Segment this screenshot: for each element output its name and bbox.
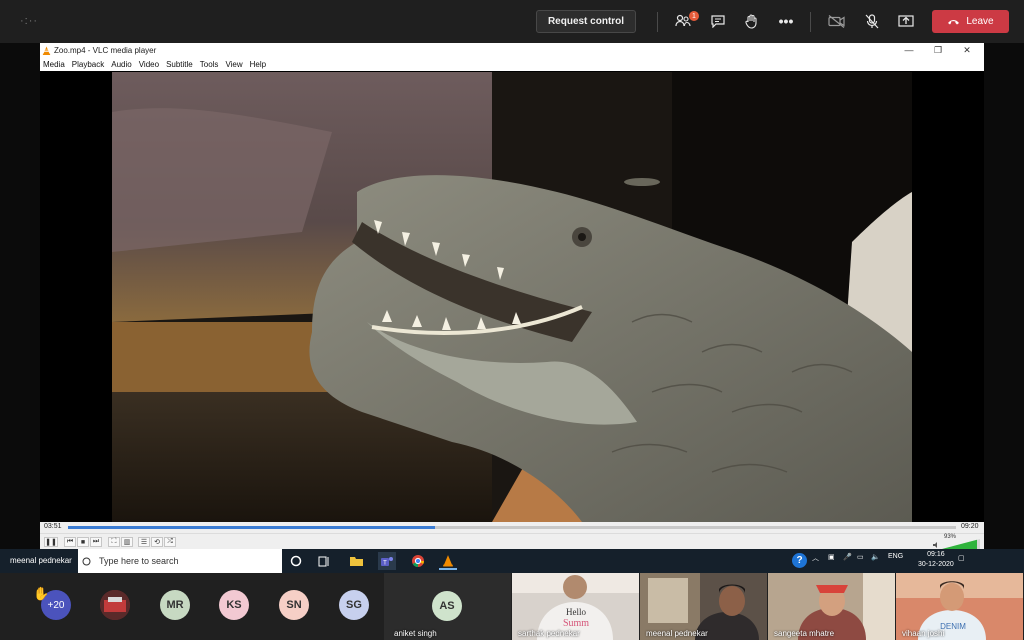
- chrome-icon[interactable]: [409, 552, 427, 570]
- meeting-timer-dots: ·:··: [20, 15, 39, 27]
- input-language[interactable]: ENG: [888, 553, 903, 560]
- cortana-icon[interactable]: [287, 552, 305, 570]
- vlc-window: Zoo.mp4 - VLC media player — ❐ ✕ Media P…: [40, 43, 984, 549]
- avatar-initials: AS: [439, 600, 455, 612]
- menu-playback[interactable]: Playback: [72, 60, 104, 69]
- participant-name: meenal pednekar: [646, 629, 708, 638]
- vlc-title-bar: Zoo.mp4 - VLC media player — ❐ ✕: [40, 43, 984, 57]
- clock-date: 30-12-2020: [918, 561, 954, 568]
- avatar-initials: KS: [226, 599, 242, 611]
- participant-name: sarthak pednekar: [518, 629, 580, 638]
- shirt-text-hello: Hello: [566, 607, 586, 617]
- menu-media[interactable]: Media: [43, 60, 65, 69]
- pause-icon[interactable]: ❚❚: [44, 537, 58, 547]
- vlc-menu-bar: Media Playback Audio Video Subtitle Tool…: [40, 57, 984, 71]
- participant-photo-avatar[interactable]: [100, 590, 130, 620]
- menu-video[interactable]: Video: [139, 60, 159, 69]
- close-button[interactable]: ✕: [956, 43, 978, 57]
- speaker-icon[interactable]: [932, 541, 940, 549]
- file-explorer-icon[interactable]: [347, 552, 365, 570]
- crocodile-video-image: [112, 72, 912, 522]
- vlc-controls: ❚❚ ⏮ ■ ⏭ ⛶ ▥ ☰ ⟲ ⤮ 93%: [40, 533, 984, 549]
- vlc-window-title: Zoo.mp4 - VLC media player: [54, 45, 157, 55]
- taskbar-search[interactable]: Type here to search: [78, 549, 282, 573]
- avatar-initials: MR: [166, 599, 184, 611]
- tray-app-icon[interactable]: ▣: [828, 553, 835, 561]
- shirt-text-summer: Summ: [563, 618, 589, 629]
- search-circle-icon: [82, 557, 91, 565]
- participant-tile-sangeeta[interactable]: sangeeta mhatre: [768, 573, 895, 640]
- svg-text:T: T: [383, 560, 387, 566]
- elapsed-time: 03:51: [44, 523, 62, 530]
- participant-tile-aniket[interactable]: AS aniket singh: [384, 573, 511, 640]
- raised-hand-icon: ✋: [33, 586, 50, 601]
- volume-slider[interactable]: [942, 539, 980, 549]
- menu-help[interactable]: Help: [250, 60, 266, 69]
- video-frame[interactable]: [112, 72, 912, 522]
- avatar-mr[interactable]: MR: [160, 590, 190, 620]
- help-icon[interactable]: ?: [792, 553, 807, 568]
- camera-off-icon[interactable]: [827, 11, 847, 31]
- avatar-sn[interactable]: SN: [279, 590, 309, 620]
- share-screen-icon[interactable]: [896, 11, 916, 31]
- phone-hangup-icon: [948, 20, 960, 25]
- restore-button[interactable]: ❐: [927, 43, 949, 57]
- task-view-icon[interactable]: [315, 552, 333, 570]
- participant-name: aniket singh: [394, 629, 437, 638]
- participant-tile-meenal[interactable]: meenal pednekar: [640, 573, 767, 640]
- presenter-name: meenal pednekar: [10, 556, 72, 565]
- participant-tile-vihaan[interactable]: DENIM vihaan joshi: [896, 573, 1023, 640]
- minimize-button[interactable]: —: [898, 43, 920, 57]
- participant-tile-sarthak[interactable]: Hello Summ sarthak pednekar: [512, 573, 639, 640]
- leave-button[interactable]: Leave: [932, 10, 1009, 33]
- menu-view[interactable]: View: [225, 60, 242, 69]
- volume-tray-icon[interactable]: 🔈: [871, 553, 880, 561]
- avatar-as: AS: [432, 591, 462, 621]
- fullscreen-icon[interactable]: ⛶: [108, 537, 120, 547]
- previous-icon[interactable]: ⏮: [64, 537, 76, 547]
- menu-subtitle[interactable]: Subtitle: [166, 60, 193, 69]
- clock-time: 09:16: [927, 551, 945, 558]
- seek-progress: [68, 526, 435, 529]
- menu-tools[interactable]: Tools: [200, 60, 219, 69]
- participants-badge: 1: [689, 11, 699, 21]
- toolbar-divider: [810, 12, 811, 32]
- stop-icon[interactable]: ■: [77, 537, 89, 547]
- request-control-button[interactable]: Request control: [536, 10, 636, 33]
- loop-icon[interactable]: ⟲: [151, 537, 163, 547]
- chat-icon[interactable]: [708, 11, 728, 31]
- notifications-icon[interactable]: ▢: [958, 554, 965, 562]
- playlist-icon[interactable]: ☰: [138, 537, 150, 547]
- avatar-ks[interactable]: KS: [219, 590, 249, 620]
- system-clock[interactable]: 09:16 30-12-2020: [918, 550, 954, 570]
- tray-mic-icon[interactable]: 🎤: [843, 553, 852, 561]
- search-placeholder: Type here to search: [99, 556, 179, 566]
- tray-chevron-icon[interactable]: ︿: [812, 553, 819, 563]
- battery-icon[interactable]: ▭: [857, 553, 864, 561]
- participant-name: sangeeta mhatre: [774, 629, 835, 638]
- menu-audio[interactable]: Audio: [111, 60, 131, 69]
- seek-slider[interactable]: [68, 526, 956, 529]
- shuffle-icon[interactable]: ⤮: [164, 537, 176, 547]
- total-time: 09:20: [961, 523, 979, 530]
- teams-app-icon[interactable]: T: [378, 552, 396, 570]
- vlc-taskbar-icon[interactable]: [439, 552, 457, 570]
- raise-hand-icon[interactable]: [741, 11, 761, 31]
- leave-label: Leave: [966, 16, 994, 27]
- mic-off-icon[interactable]: [862, 11, 882, 31]
- next-icon[interactable]: ⏭: [90, 537, 102, 547]
- extended-settings-icon[interactable]: ▥: [121, 537, 133, 547]
- avatar-initials: SG: [346, 599, 362, 611]
- meeting-toolbar: ·:·· Request control 1 ••• Leave: [0, 0, 1024, 43]
- vlc-cone-icon: [42, 45, 51, 55]
- participant-name: vihaan joshi: [902, 629, 945, 638]
- more-options-icon[interactable]: •••: [776, 11, 796, 31]
- avatar-initials: SN: [286, 599, 302, 611]
- vlc-seek-bar: 03:51 09:20: [40, 522, 984, 533]
- avatar-sg[interactable]: SG: [339, 590, 369, 620]
- toolbar-divider: [657, 12, 658, 32]
